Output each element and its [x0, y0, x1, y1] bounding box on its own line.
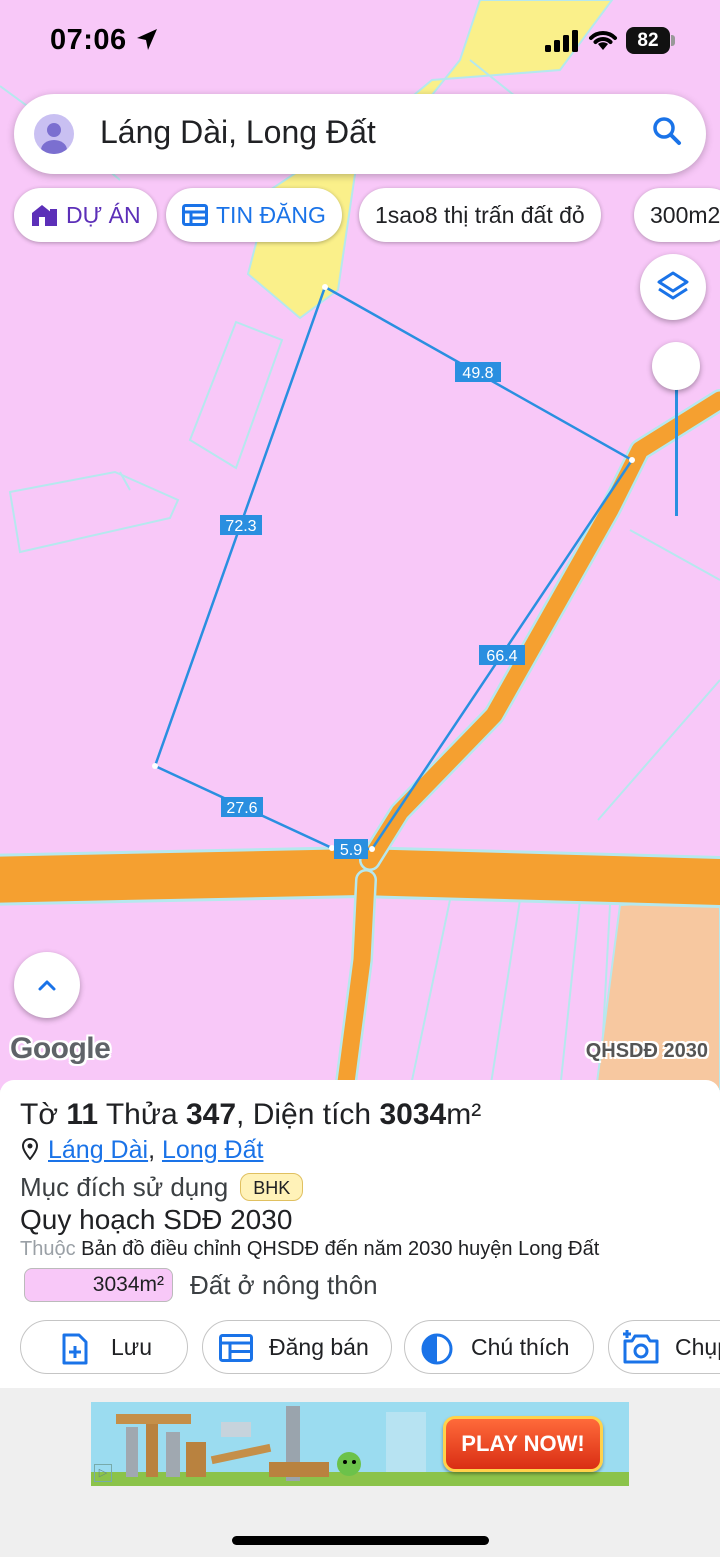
chip-label: TIN ĐĂNG: [216, 202, 326, 228]
camera-icon: [623, 1330, 659, 1364]
chip-label: 1sao8 thị trấn đất đỏ: [375, 202, 585, 228]
opacity-slider-track[interactable]: [675, 370, 678, 516]
user-avatar-icon: [41, 123, 67, 154]
wifi-icon: [589, 31, 617, 50]
chip-area-filter[interactable]: 300m2: [634, 188, 720, 242]
add-file-icon: [62, 1333, 88, 1365]
svg-text:49.8: 49.8: [462, 365, 493, 382]
chevron-up-icon: [38, 980, 56, 991]
edge-label-27-6: 27.6: [221, 797, 263, 817]
legend-swatch: 3034m²: [24, 1268, 173, 1302]
listing-icon: [219, 1334, 253, 1362]
edge-label-49-8: 49.8: [455, 362, 501, 382]
plot-area: 3034: [379, 1098, 447, 1131]
edge-label-66-4: 66.4: [479, 645, 525, 665]
ad-banner[interactable]: PLAY NOW! ▷: [91, 1402, 629, 1486]
legend-label: Đất ở nông thôn: [190, 1270, 378, 1300]
post-listing-button[interactable]: Đăng bán: [202, 1320, 392, 1374]
land-use-code-badge: BHK: [240, 1173, 304, 1202]
contrast-icon: [421, 1333, 453, 1365]
listing-icon: [182, 203, 208, 226]
cellular-signal-icon: [545, 30, 578, 52]
screenshot-button[interactable]: Chụp: [608, 1320, 720, 1374]
edge-label-5-9: 5.9: [334, 839, 368, 859]
edge-label-72-3: 72.3: [220, 515, 262, 535]
avatar[interactable]: [34, 114, 74, 154]
search-query[interactable]: Láng Dài, Long Đất: [100, 114, 376, 151]
svg-text:27.6: 27.6: [226, 800, 257, 817]
google-logo: Google: [10, 1032, 111, 1065]
layers-icon: [657, 271, 689, 300]
chip-saved-search[interactable]: 1sao8 thị trấn đất đỏ: [359, 188, 601, 242]
parcel-info-panel: Tờ 11 Thửa 347, Diện tích 3034m² Láng Dà…: [0, 1080, 720, 1388]
search-icon[interactable]: [652, 116, 682, 148]
chip-label: DỰ ÁN: [66, 202, 141, 228]
svg-text:66.4: 66.4: [486, 648, 517, 665]
plan-source: Thuộc Bản đồ điều chỉnh QHSDĐ đến năm 20…: [20, 1238, 600, 1260]
sheet-number: 11: [66, 1098, 99, 1131]
location-pin-icon: [22, 1138, 38, 1161]
map-layer-badge: QHSDĐ 2030: [585, 1040, 708, 1062]
chip-label: 300m2: [650, 202, 720, 228]
chip-du-an[interactable]: DỰ ÁN: [14, 188, 157, 242]
plot-boundary: [153, 285, 634, 851]
address-link-district[interactable]: Long Đất: [162, 1136, 263, 1164]
plot-number: 347: [185, 1098, 237, 1131]
parcel-title: Tờ 11 Thửa 347, Diện tích 3034m²: [20, 1098, 482, 1131]
play-now-button[interactable]: PLAY NOW!: [443, 1416, 603, 1472]
location-arrow-icon: [137, 29, 157, 50]
expand-panel-button[interactable]: [14, 952, 80, 1018]
svg-text:5.9: 5.9: [340, 842, 362, 859]
map-canvas[interactable]: 49.8 72.3 66.4 27.6 5.9 07:06 82 Láng Dà…: [0, 0, 720, 1090]
ad-info-icon[interactable]: ▷: [94, 1464, 112, 1482]
layers-button[interactable]: [640, 254, 706, 320]
save-button[interactable]: Lưu: [20, 1320, 188, 1374]
ad-area: PLAY NOW! ▷: [0, 1388, 720, 1557]
legend-button[interactable]: Chú thích: [404, 1320, 594, 1374]
house-icon: [32, 204, 57, 226]
battery-indicator: 82: [626, 27, 670, 54]
search-bar[interactable]: Láng Dài, Long Đất: [14, 94, 706, 174]
svg-text:72.3: 72.3: [225, 518, 256, 535]
land-use-purpose: Mục đích sử dụng BHK: [20, 1172, 304, 1203]
battery-nub: [671, 35, 675, 46]
opacity-slider-knob[interactable]: [652, 342, 700, 390]
chip-tin-dang[interactable]: TIN ĐĂNG: [166, 188, 342, 242]
status-time: 07:06: [50, 24, 127, 56]
home-indicator[interactable]: [232, 1536, 489, 1545]
plan-title: Quy hoạch SDĐ 2030: [20, 1204, 293, 1235]
parcel-address: Láng Dài, Long Đất: [22, 1136, 263, 1165]
address-link-commune[interactable]: Láng Dài: [48, 1136, 148, 1164]
status-bar: 07:06 82: [0, 0, 720, 84]
